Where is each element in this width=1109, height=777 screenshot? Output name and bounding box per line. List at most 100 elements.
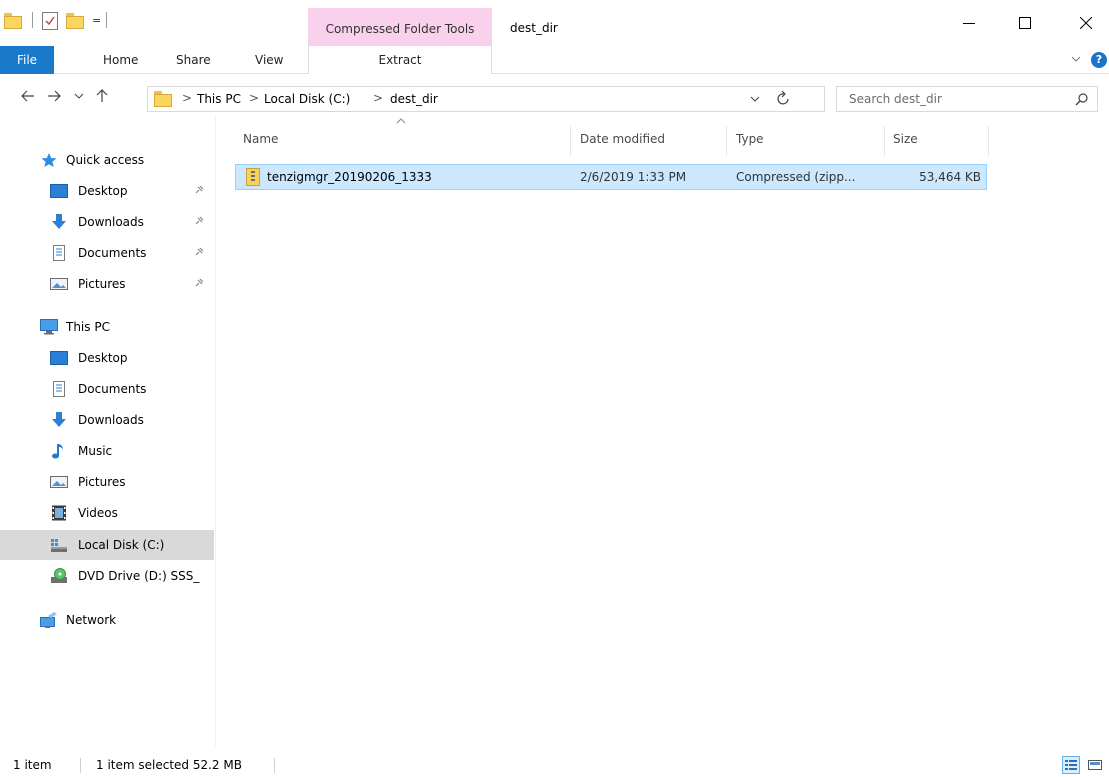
pin-icon[interactable] (193, 246, 205, 258)
details-view-button[interactable] (1062, 756, 1080, 774)
column-divider[interactable] (884, 126, 885, 156)
computer-icon (40, 319, 58, 335)
minimize-button[interactable] (946, 0, 992, 46)
nav-label: Pictures (78, 277, 126, 291)
status-item-count: 1 item (13, 758, 52, 772)
forward-button[interactable] (46, 88, 68, 110)
ribbon-tab-bar: File Home Share View Extract ? (0, 46, 1109, 74)
pin-icon[interactable] (193, 215, 205, 227)
file-name: tenzigmgr_20190206_1333 (267, 170, 432, 184)
nav-item-documents-pinned[interactable]: Documents (0, 238, 214, 268)
tab-view[interactable]: View (255, 46, 283, 74)
column-divider[interactable] (726, 126, 727, 156)
status-divider (274, 758, 275, 773)
tab-home[interactable]: Home (103, 46, 138, 74)
breadcrumb-this-pc[interactable]: This PC (197, 92, 241, 106)
table-row[interactable]: tenzigmgr_20190206_1333 2/6/2019 1:33 PM… (235, 164, 987, 190)
nav-item-desktop[interactable]: Desktop (0, 343, 214, 373)
nav-label: Network (66, 613, 117, 627)
documents-icon (53, 245, 65, 261)
nav-item-documents[interactable]: Documents (0, 374, 214, 404)
pictures-icon (50, 476, 68, 488)
large-icons-view-button[interactable] (1086, 756, 1104, 774)
nav-network[interactable]: Network (0, 605, 214, 635)
nav-item-music[interactable]: Music (0, 436, 214, 466)
column-header-date-modified[interactable]: Date modified (580, 132, 665, 146)
column-divider[interactable] (988, 126, 989, 156)
nav-quick-access[interactable]: Quick access (0, 145, 214, 175)
status-selection: 1 item selected 52.2 MB (96, 758, 242, 772)
arrow-up-icon (96, 89, 108, 102)
minimize-icon (963, 23, 975, 24)
maximize-button[interactable] (1002, 0, 1048, 46)
search-input[interactable]: Search dest_dir (836, 86, 1098, 112)
tab-extract[interactable]: Extract (308, 46, 492, 74)
downloads-icon (52, 214, 66, 229)
nav-item-dvd-drive[interactable]: DVD Drive (D:) SSS_ (0, 561, 214, 591)
tab-file[interactable]: File (0, 46, 54, 74)
up-button[interactable] (94, 88, 116, 110)
music-icon (52, 444, 63, 459)
tab-share[interactable]: Share (176, 46, 211, 74)
properties-icon[interactable] (42, 12, 58, 30)
help-icon[interactable]: ? (1091, 52, 1107, 68)
nav-item-pictures[interactable]: Pictures (0, 467, 214, 497)
status-bar: 1 item 1 item selected 52.2 MB (0, 754, 1109, 777)
customize-toolbar-dropdown[interactable]: = (92, 14, 101, 27)
navigation-pane[interactable]: Quick access Desktop Downloads Documents… (0, 116, 216, 746)
nav-label: Music (78, 444, 113, 458)
pin-icon[interactable] (193, 184, 205, 196)
breadcrumb-local-disk[interactable]: Local Disk (C:) (264, 92, 350, 106)
column-header-size[interactable]: Size (893, 132, 918, 146)
nav-item-desktop-pinned[interactable]: Desktop (0, 176, 214, 206)
refresh-icon[interactable] (776, 90, 792, 108)
arrow-left-icon (21, 90, 34, 102)
file-date-modified: 2/6/2019 1:33 PM (580, 170, 687, 184)
address-row: > This PC > Local Disk (C:) > dest_dir S… (0, 82, 1109, 116)
nav-item-pictures-pinned[interactable]: Pictures (0, 269, 214, 299)
search-icon (1075, 93, 1088, 106)
close-icon (1080, 17, 1092, 29)
search-placeholder: Search dest_dir (849, 92, 942, 106)
dvd-drive-icon (51, 568, 67, 583)
column-header-type[interactable]: Type (736, 132, 764, 146)
breadcrumb-separator[interactable]: > (373, 91, 383, 105)
chevron-down-icon[interactable] (1071, 54, 1081, 64)
close-button[interactable] (1063, 0, 1109, 46)
column-divider[interactable] (570, 126, 571, 156)
nav-label: DVD Drive (D:) SSS_ (78, 569, 200, 583)
breadcrumb-separator[interactable]: > (249, 91, 259, 105)
nav-this-pc[interactable]: This PC (0, 312, 214, 342)
nav-item-downloads[interactable]: Downloads (0, 405, 214, 435)
downloads-icon (52, 412, 66, 427)
window-title: dest_dir (510, 21, 558, 35)
folder-icon (4, 13, 22, 29)
recent-locations-button[interactable] (74, 88, 96, 110)
nav-label: Downloads (78, 413, 144, 427)
file-list[interactable]: Name Date modified Type Size tenzigmgr_2… (217, 116, 1109, 746)
nav-label: Videos (78, 506, 118, 520)
folder-icon (154, 91, 172, 107)
nav-item-videos[interactable]: Videos (0, 498, 214, 528)
details-view-icon (1065, 760, 1077, 770)
desktop-icon (50, 184, 68, 198)
maximize-icon (1019, 17, 1031, 29)
compressed-folder-tools-group: Compressed Folder Tools (308, 8, 492, 46)
chevron-down-icon[interactable] (750, 91, 760, 107)
toolbar-divider (32, 12, 33, 28)
new-folder-icon[interactable] (66, 13, 84, 29)
file-size: 53,464 KB (919, 170, 981, 184)
zip-folder-icon (246, 168, 260, 186)
breadcrumb-separator[interactable]: > (182, 91, 192, 105)
title-bar: = Compressed Folder Tools dest_dir (0, 0, 1109, 46)
address-bar[interactable]: > This PC > Local Disk (C:) > dest_dir (147, 86, 825, 112)
nav-item-local-disk[interactable]: Local Disk (C:) (0, 530, 214, 560)
breadcrumb-dest-dir[interactable]: dest_dir (390, 92, 438, 106)
column-header-name[interactable]: Name (243, 132, 278, 146)
desktop-icon (50, 351, 68, 365)
pin-icon[interactable] (193, 277, 205, 289)
nav-label: This PC (66, 320, 110, 334)
nav-item-downloads-pinned[interactable]: Downloads (0, 207, 214, 237)
back-button[interactable] (20, 88, 42, 110)
quick-access-toolbar: = (0, 10, 160, 34)
